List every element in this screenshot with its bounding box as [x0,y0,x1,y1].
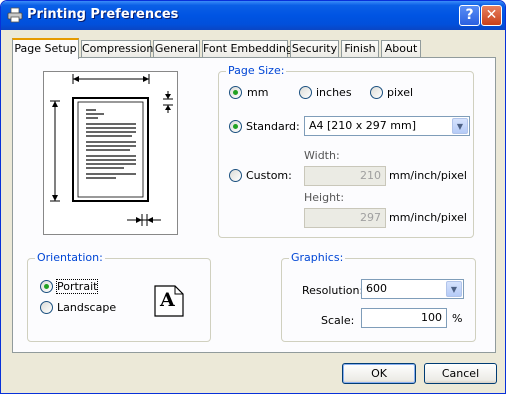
tab-security[interactable]: Security [290,40,339,57]
page-preview-diagram [43,71,178,235]
standard-label: Standard: [246,120,300,133]
standard-radio[interactable] [229,120,242,133]
landscape-radio[interactable] [40,301,53,314]
portrait-radio[interactable] [40,280,53,293]
tab-font-embedding[interactable]: Font Embedding [202,40,293,57]
tab-general[interactable]: General [153,40,200,57]
page-setup-panel: Page Size: mm inches pixel Standard: A4 … [12,57,496,353]
width-label: Width: [304,149,340,162]
width-unit-label: mm/inch/pixel [389,169,467,182]
resolution-dropdown[interactable]: 600 ▼ [361,279,464,299]
height-label: Height: [304,191,345,204]
title-bar[interactable]: Printing Preferences ? ✕ [1,1,505,30]
ok-button[interactable]: OK [342,363,416,384]
page-size-group: Page Size: mm inches pixel Standard: A4 … [218,64,474,238]
standard-size-dropdown[interactable]: A4 [210 x 297 mm] ▼ [304,116,470,136]
close-button[interactable]: ✕ [481,5,502,26]
resolution-label: Resolution: [302,284,364,297]
unit-pixel-radio[interactable] [370,86,383,99]
landscape-label: Landscape [57,301,117,314]
custom-label: Custom: [246,169,292,182]
unit-inches-label: inches [316,86,352,99]
tab-compression[interactable]: Compression [81,40,153,57]
unit-pixel-label: pixel [387,86,414,99]
unit-mm-label: mm [247,86,269,99]
tab-page-setup[interactable]: Page Setup [12,38,79,59]
width-input[interactable]: 210 [304,166,386,186]
orientation-preview-letter: A [160,289,175,311]
custom-radio[interactable] [229,169,242,182]
portrait-label: Portrait [55,279,99,294]
chevron-down-icon: ▼ [452,118,468,134]
page-size-group-label: Page Size: [226,64,287,77]
height-unit-label: mm/inch/pixel [389,211,467,224]
height-input[interactable]: 297 [304,208,386,228]
printer-icon [7,7,23,23]
unit-mm-radio[interactable] [229,86,242,99]
orientation-group: Orientation: Portrait Landscape A [27,251,211,342]
graphics-group: Graphics: Resolution: 600 ▼ Scale: 100 % [281,251,476,342]
orientation-group-label: Orientation: [35,251,105,264]
scale-unit-label: % [452,312,463,325]
window-title: Printing Preferences [27,7,179,22]
tab-about[interactable]: About [381,40,421,57]
printing-preferences-window: Printing Preferences ? ✕ Page Setup Comp… [0,0,506,394]
unit-inches-radio[interactable] [299,86,312,99]
scale-label: Scale: [321,314,355,327]
help-button[interactable]: ? [459,5,480,26]
cancel-button[interactable]: Cancel [424,363,497,384]
standard-size-value: A4 [210 x 297 mm] [309,119,417,132]
graphics-group-label: Graphics: [289,251,346,264]
tab-finish[interactable]: Finish [341,40,379,57]
resolution-value: 600 [366,282,387,295]
scale-input[interactable]: 100 [361,308,447,328]
chevron-down-icon: ▼ [446,281,462,297]
